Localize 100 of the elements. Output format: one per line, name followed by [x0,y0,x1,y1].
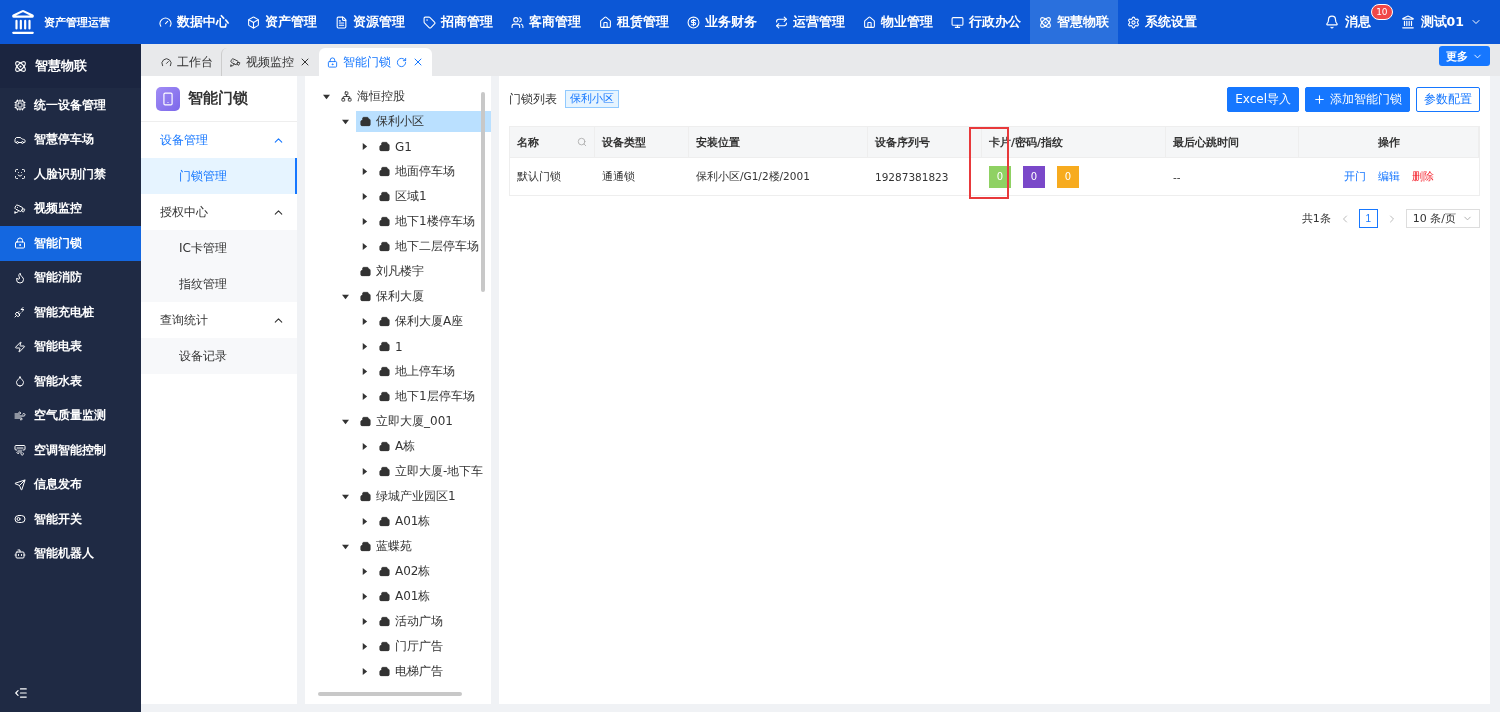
toolbar-button[interactable]: Excel导入 [1227,86,1299,112]
caret-icon[interactable] [360,668,368,675]
tree-node[interactable]: 刘凡楼宇 [356,261,430,282]
more-button[interactable]: 更多 [1439,46,1490,66]
tree-node[interactable]: 电梯广告 [375,661,449,682]
caret-icon[interactable] [360,243,368,250]
nav-item[interactable]: 数据中心 [150,0,238,44]
caret-icon[interactable] [341,493,349,500]
caret-icon[interactable] [360,218,368,225]
caret-icon[interactable] [360,618,368,625]
caret-icon[interactable] [360,318,368,325]
caret-icon[interactable] [360,193,368,200]
caret-icon[interactable] [360,368,368,375]
action-link[interactable]: 开门 [1344,169,1366,184]
scrollbar[interactable] [481,92,485,292]
tree-node[interactable]: 立即大厦_001 [356,411,459,432]
sidebar-item[interactable]: 视频监控 [0,191,141,226]
caret-icon[interactable] [360,343,368,350]
menu-item[interactable]: 指纹管理 [141,266,297,302]
nav-item[interactable]: 系统设置 [1118,0,1206,44]
nav-item[interactable]: 智慧物联 [1030,0,1118,44]
close-icon[interactable] [299,56,311,68]
sidebar-item[interactable]: 智能门锁 [0,226,141,261]
messages-button[interactable]: 消息 [1324,13,1371,31]
sidebar-item[interactable]: 空调智能控制 [0,433,141,468]
caret-icon[interactable] [322,93,330,100]
tree-node[interactable]: 地上停车场 [375,361,461,382]
page-tab[interactable]: 智能门锁 [319,48,432,76]
menu-item[interactable]: 门锁管理 [141,158,297,194]
refresh-icon[interactable] [396,56,407,68]
sidebar-item[interactable]: 智能消防 [0,260,141,295]
tree-node[interactable]: 活动广场 [375,611,449,632]
tree-node[interactable]: 地面停车场 [375,161,461,182]
tree-node[interactable]: 地下二层停车场 [375,236,485,257]
caret-icon[interactable] [360,168,368,175]
toolbar-button[interactable]: 参数配置 [1416,86,1480,112]
page-size-select[interactable]: 10 条/页 [1405,209,1480,228]
droplet-icon [14,375,26,388]
nav-item[interactable]: 资源管理 [326,0,414,44]
sidebar-item[interactable]: 智能机器人 [0,536,141,571]
tree-node[interactable]: A01栋 [375,511,437,532]
nav-item[interactable]: 运营管理 [766,0,854,44]
caret-icon[interactable] [360,468,368,475]
menu-item[interactable]: 设备记录 [141,338,297,374]
menu-group[interactable]: 设备管理 [141,122,297,158]
menu-item[interactable]: IC卡管理 [141,230,297,266]
tree-node[interactable]: 保利小区 [356,111,491,132]
nav-item[interactable]: 业务财务 [678,0,766,44]
tree-node[interactable]: 保利大厦 [356,286,430,307]
nav-item[interactable]: 物业管理 [854,0,942,44]
nav-item[interactable]: 资产管理 [238,0,326,44]
nav-item[interactable]: 行政办公 [942,0,1030,44]
tree-node[interactable]: 地下1楼停车场 [375,211,481,232]
menu-group[interactable]: 授权中心 [141,194,297,230]
user-menu[interactable]: 测试01 [1400,13,1482,31]
nav-item[interactable]: 客商管理 [502,0,590,44]
tree-node[interactable]: A02栋 [375,561,437,582]
tree-node[interactable]: 门厅广告 [375,636,449,657]
toolbar-button[interactable]: 添加智能门锁 [1305,86,1410,112]
caret-icon[interactable] [360,593,368,600]
sidebar-title: 智慧物联 [0,44,141,88]
tree-node[interactable]: 海恒控股 [337,86,411,107]
sidebar-item[interactable]: 智能开关 [0,502,141,537]
tree-node[interactable]: G1 [375,136,418,157]
page-number[interactable]: 1 [1358,209,1378,228]
sidebar-item[interactable]: 空气质量监测 [0,398,141,433]
caret-icon[interactable] [360,393,368,400]
tree-node[interactable]: 1 [375,336,409,357]
scrollbar[interactable] [318,692,462,696]
sidebar-item[interactable]: 智能水表 [0,364,141,399]
caret-icon[interactable] [360,568,368,575]
caret-icon[interactable] [341,293,349,300]
collapse-icon[interactable] [14,686,28,700]
menu-group[interactable]: 查询统计 [141,302,297,338]
sidebar-item[interactable]: 智慧停车场 [0,122,141,157]
tree-node[interactable]: 蓝蝶苑 [356,536,418,557]
sidebar-item[interactable]: 智能充电桩 [0,295,141,330]
caret-icon[interactable] [341,418,349,425]
tree-node[interactable]: A栋 [375,436,422,457]
tree-node[interactable]: 立即大厦-地下车 [375,461,490,482]
sidebar-item[interactable]: 人脸识别门禁 [0,157,141,192]
caret-icon[interactable] [360,643,368,650]
caret-icon[interactable] [341,543,349,550]
sidebar-item[interactable]: 信息发布 [0,467,141,502]
page-tab[interactable]: 工作台 [153,48,221,76]
action-link[interactable]: 删除 [1412,169,1434,184]
sidebar-item[interactable]: 统一设备管理 [0,88,141,123]
caret-icon[interactable] [360,443,368,450]
caret-icon[interactable] [341,118,349,125]
nav-item[interactable]: 招商管理 [414,0,502,44]
sidebar-item[interactable]: 智能电表 [0,329,141,364]
tree-node[interactable]: 区域1 [375,186,433,207]
tree-node[interactable]: 地下1层停车场 [375,386,481,407]
tree-node[interactable]: A01栋 [375,586,437,607]
tree-node[interactable]: 绿城产业园区1 [356,486,462,507]
caret-icon[interactable] [360,518,368,525]
tree-node[interactable]: 保利大厦A座 [375,311,470,332]
caret-icon[interactable] [360,143,368,150]
action-link[interactable]: 编辑 [1378,169,1400,184]
nav-item[interactable]: 租赁管理 [590,0,678,44]
